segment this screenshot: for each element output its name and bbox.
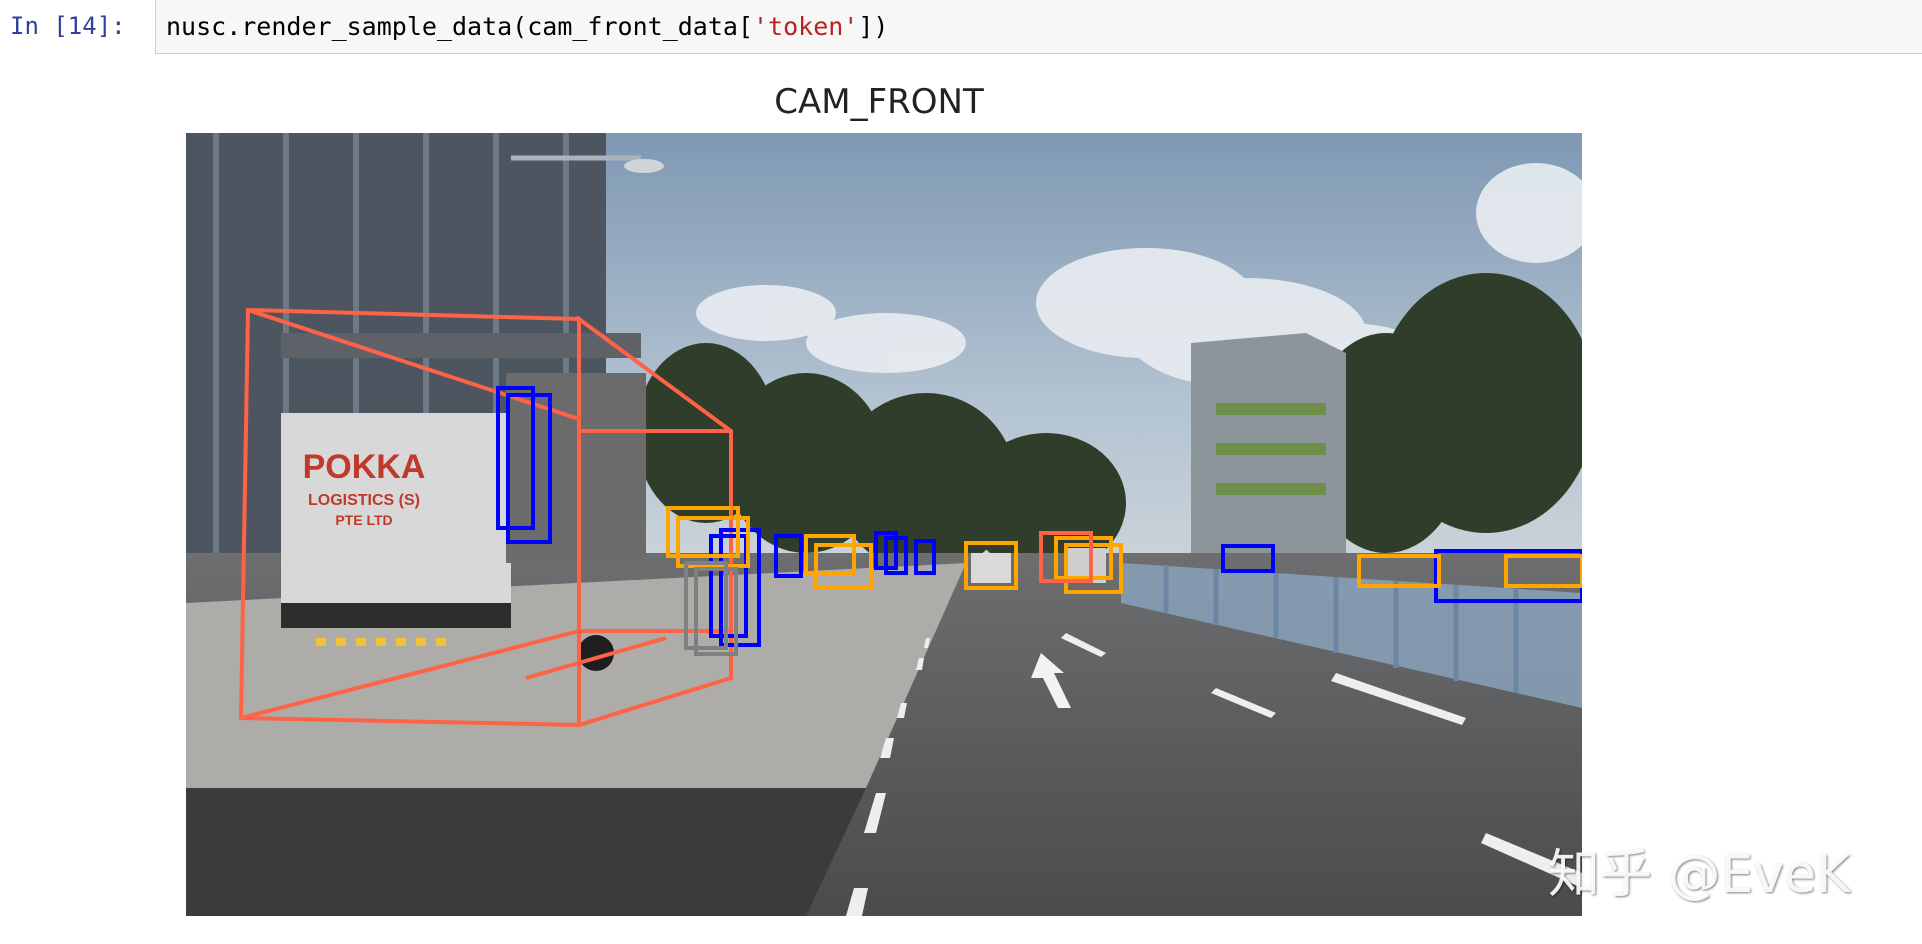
- camera-scene: POKKA LOGISTICS (S) PTE LTD: [186, 133, 1582, 916]
- code-string: 'token': [753, 12, 859, 41]
- camera-image: POKKA LOGISTICS (S) PTE LTD: [186, 133, 1582, 916]
- code-prefix: nusc.render_sample_data(cam_front_data[: [166, 12, 753, 41]
- figure-title: CAM_FRONT: [774, 82, 984, 122]
- truck-bumper: [281, 603, 511, 628]
- code-line: nusc.render_sample_data(cam_front_data['…: [166, 12, 888, 41]
- truck-sign-line2: LOGISTICS (S): [308, 492, 420, 509]
- code-cell[interactable]: In [14]: nusc.render_sample_data(cam_fro…: [0, 0, 1922, 56]
- distant-car: [971, 553, 1011, 583]
- shadow-road: [186, 788, 866, 916]
- code-suffix: ]): [858, 12, 889, 41]
- cell-prompt: In [14]:: [10, 12, 126, 40]
- truck-sign-line1: POKKA: [303, 448, 426, 486]
- code-editor[interactable]: nusc.render_sample_data(cam_front_data['…: [155, 0, 1922, 54]
- watermark: 知乎 @EveK: [1548, 845, 1851, 905]
- lamp-head: [624, 159, 664, 173]
- truck-sign-line3: PTE LTD: [335, 512, 392, 528]
